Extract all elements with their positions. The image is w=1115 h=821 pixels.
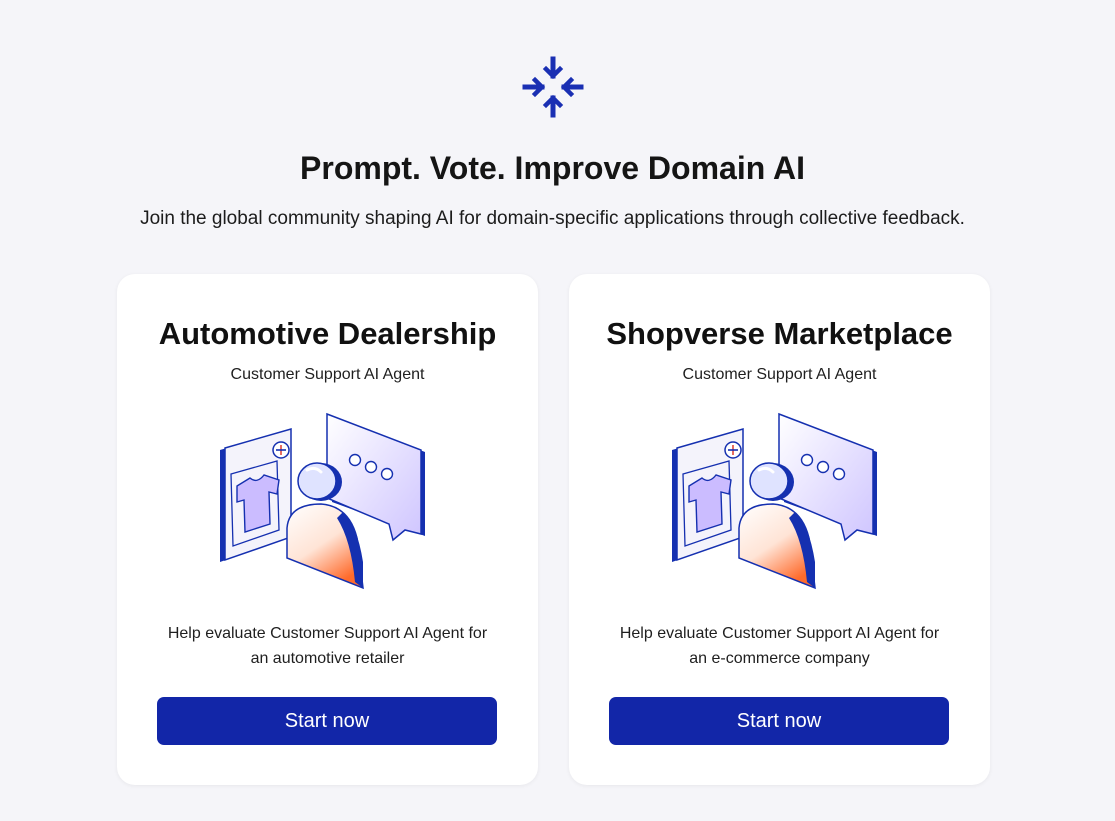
card-description-line: Help evaluate Customer Support AI Agent … — [619, 625, 940, 642]
customer-support-illustration — [672, 412, 877, 590]
card-description-line: an e-commerce company — [689, 650, 870, 667]
card-description-line: an automotive retailer — [250, 650, 405, 667]
card-description-line: Help evaluate Customer Support AI Agent … — [167, 625, 488, 642]
start-now-button[interactable]: Start now — [157, 697, 497, 745]
card-description: Help evaluate Customer Support AI Agent … — [609, 621, 950, 671]
card-subtitle: Customer Support AI Agent — [230, 366, 425, 383]
start-now-button[interactable]: Start now — [609, 697, 949, 745]
card-subtitle: Customer Support AI Agent — [682, 366, 877, 383]
landing-page: Prompt. Vote. Improve Domain AI Join the… — [0, 0, 1115, 821]
logo-icon — [522, 56, 584, 118]
card-title: Shopverse Marketplace — [606, 316, 953, 351]
page-title: Prompt. Vote. Improve Domain AI — [300, 150, 805, 186]
domain-card-shopverse: Shopverse Marketplace Customer Support A… — [569, 274, 990, 785]
page-subtitle: Join the global community shaping AI for… — [140, 208, 965, 229]
customer-support-illustration — [220, 412, 425, 590]
card-description: Help evaluate Customer Support AI Agent … — [157, 621, 498, 671]
domain-card-automotive: Automotive Dealership Customer Support A… — [117, 274, 538, 785]
card-title: Automotive Dealership — [158, 316, 497, 351]
